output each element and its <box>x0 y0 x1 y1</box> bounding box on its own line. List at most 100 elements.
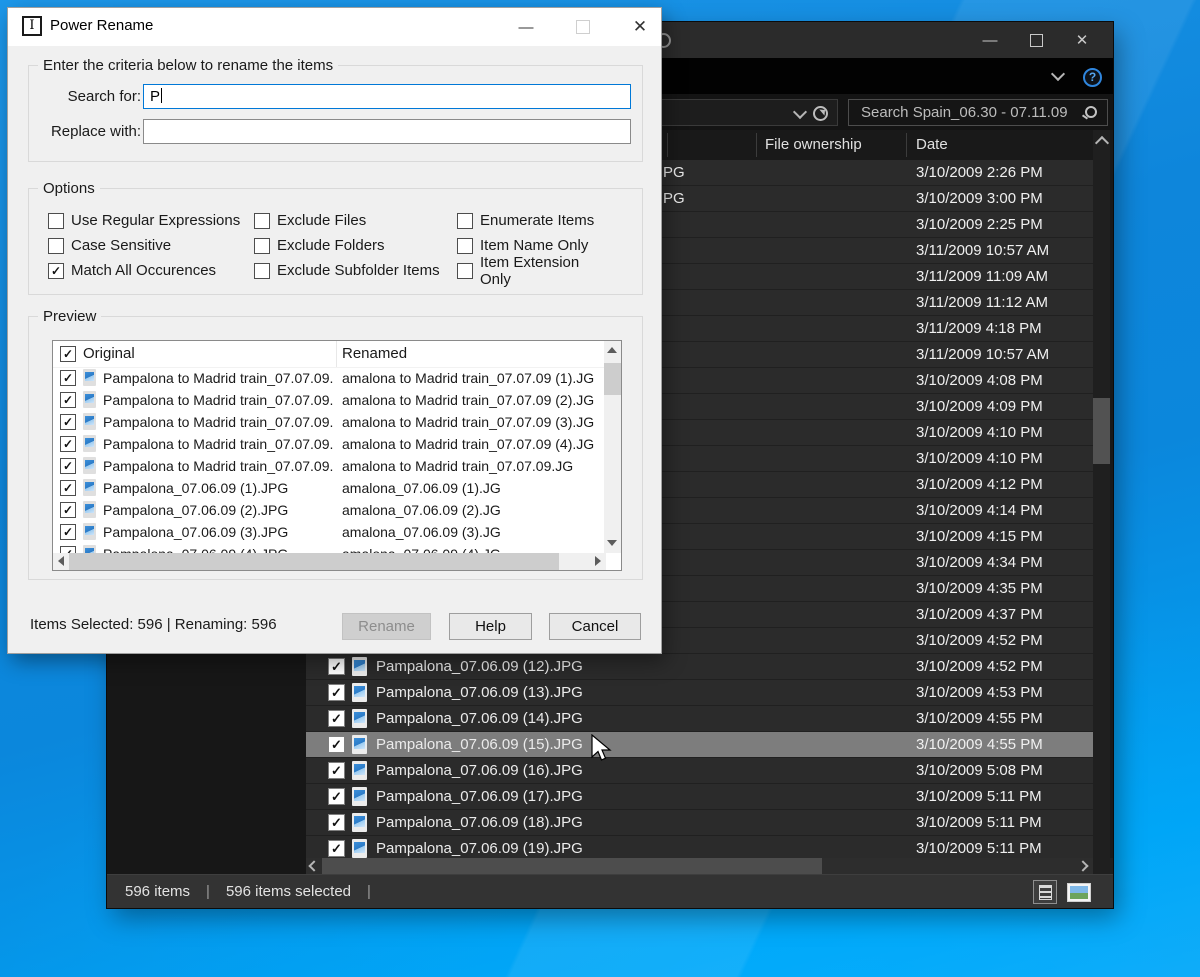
details-view-button[interactable] <box>1033 880 1057 904</box>
row-checkbox-checked[interactable] <box>60 480 76 496</box>
row-checkbox-checked[interactable] <box>60 370 76 386</box>
help-icon[interactable]: ? <box>1083 68 1102 87</box>
file-name: Pampalona_07.06.09 (12).JPG <box>376 658 583 675</box>
column-separator[interactable] <box>667 133 668 157</box>
preview-row[interactable]: Pampalona_07.06.09 (1).JPG amalona_07.06… <box>53 477 606 499</box>
option-label: Item Extension Only <box>480 253 580 288</box>
search-for-input[interactable]: P <box>143 84 631 109</box>
refresh-icon[interactable] <box>813 106 828 121</box>
row-checkbox-checked[interactable] <box>328 710 345 727</box>
file-row[interactable]: Pampalona_07.06.09 (18).JPG 3/10/2009 5:… <box>306 810 1093 836</box>
file-row[interactable]: Pampalona_07.06.09 (14).JPG 3/10/2009 4:… <box>306 706 1093 732</box>
option-checkbox[interactable] <box>457 262 473 279</box>
renamed-name: amalona to Madrid train_07.07.09 (4).JG <box>342 436 595 452</box>
scroll-left-icon[interactable] <box>58 556 64 566</box>
row-checkbox-checked[interactable] <box>60 436 76 452</box>
column-separator[interactable] <box>756 133 757 157</box>
file-row[interactable]: Pampalona_07.06.09 (16).JPG 3/10/2009 5:… <box>306 758 1093 784</box>
file-date: 3/10/2009 5:11 PM <box>916 814 1042 831</box>
scroll-right-icon[interactable] <box>1077 860 1089 872</box>
option-checkbox[interactable] <box>48 212 64 229</box>
row-checkbox-checked[interactable] <box>60 392 76 408</box>
scroll-down-icon[interactable] <box>607 540 617 546</box>
original-name: Pampalona to Madrid train_07.07.09... <box>103 436 333 452</box>
search-icon[interactable] <box>1085 106 1097 118</box>
row-checkbox-checked[interactable] <box>60 458 76 474</box>
file-row[interactable]: Pampalona_07.06.09 (17).JPG 3/10/2009 5:… <box>306 784 1093 810</box>
option-checkbox[interactable] <box>48 262 64 279</box>
column-separator[interactable] <box>906 133 907 157</box>
preview-row[interactable]: Pampalona to Madrid train_07.07.09... am… <box>53 411 606 433</box>
preview-row[interactable]: Pampalona to Madrid train_07.07.09... am… <box>53 367 606 389</box>
original-name: Pampalona_07.06.09 (3).JPG <box>103 524 289 540</box>
preview-row[interactable]: Pampalona to Madrid train_07.07.09... am… <box>53 389 606 411</box>
option-row: Enumerate Items <box>457 212 613 229</box>
thumbnail-view-button[interactable] <box>1067 883 1091 902</box>
scrollbar-corner <box>1093 858 1113 874</box>
column-header-date[interactable]: Date <box>916 136 948 153</box>
row-checkbox-checked[interactable] <box>328 684 345 701</box>
preview-vertical-scrollbar[interactable] <box>604 341 621 553</box>
scroll-up-icon[interactable] <box>1094 135 1110 151</box>
help-button[interactable]: Help <box>449 613 532 640</box>
explorer-close-button[interactable]: ✕ <box>1059 22 1105 58</box>
file-row[interactable]: Pampalona_07.06.09 (19).JPG 3/10/2009 5:… <box>306 836 1093 858</box>
vertical-scroll-thumb[interactable] <box>1093 398 1110 464</box>
row-checkbox-checked[interactable] <box>328 736 345 753</box>
vertical-scroll-thumb[interactable] <box>604 363 621 395</box>
maximize-icon <box>1029 33 1043 47</box>
photo-file-icon <box>352 683 367 702</box>
ribbon-expand-chevron-icon[interactable] <box>1050 66 1066 82</box>
option-checkbox[interactable] <box>457 212 473 229</box>
preview-row[interactable]: Pampalona to Madrid train_07.07.09... am… <box>53 455 606 477</box>
option-checkbox[interactable] <box>254 262 270 279</box>
criteria-group-label: Enter the criteria below to rename the i… <box>38 57 339 74</box>
option-checkbox[interactable] <box>254 237 270 254</box>
column-header-file-ownership[interactable]: File ownership <box>765 136 862 153</box>
cancel-button[interactable]: Cancel <box>549 613 641 640</box>
photo-file-icon <box>83 457 96 474</box>
row-checkbox-checked[interactable] <box>60 502 76 518</box>
option-checkbox[interactable] <box>457 237 473 254</box>
explorer-search-input[interactable]: Search Spain_06.30 - 07.11.09 <box>848 99 1108 126</box>
original-column-header[interactable]: Original <box>83 345 135 362</box>
row-checkbox-checked[interactable] <box>328 658 345 675</box>
row-checkbox-checked[interactable] <box>60 524 76 540</box>
file-date: 3/10/2009 2:26 PM <box>916 164 1043 181</box>
row-checkbox-checked[interactable] <box>328 840 345 857</box>
renamed-column-header[interactable]: Renamed <box>342 345 407 362</box>
horizontal-scroll-thumb[interactable] <box>322 858 822 874</box>
row-checkbox-checked[interactable] <box>328 788 345 805</box>
file-list-horizontal-scrollbar[interactable] <box>306 858 1093 874</box>
dialog-minimize-button[interactable]: — <box>511 8 541 46</box>
file-row[interactable]: Pampalona_07.06.09 (13).JPG 3/10/2009 4:… <box>306 680 1093 706</box>
preview-row[interactable]: Pampalona to Madrid train_07.07.09... am… <box>53 433 606 455</box>
replace-with-input[interactable] <box>143 119 631 144</box>
file-list-vertical-scrollbar[interactable] <box>1093 130 1110 874</box>
address-dropdown-chevron-icon[interactable] <box>792 104 808 120</box>
row-checkbox-checked[interactable] <box>328 814 345 831</box>
file-row[interactable]: Pampalona_07.06.09 (12).JPG 3/10/2009 4:… <box>306 654 1093 680</box>
row-checkbox-checked[interactable] <box>328 762 345 779</box>
dialog-maximize-button[interactable] <box>568 8 598 46</box>
dialog-close-button[interactable]: ✕ <box>625 8 655 46</box>
scroll-up-icon[interactable] <box>607 347 617 353</box>
preview-row[interactable]: Pampalona_07.06.09 (3).JPG amalona_07.06… <box>53 521 606 543</box>
option-checkbox[interactable] <box>254 212 270 229</box>
select-all-checkbox[interactable] <box>60 346 76 362</box>
explorer-minimize-button[interactable]: — <box>967 22 1013 58</box>
scroll-right-icon[interactable] <box>595 556 601 566</box>
row-checkbox-checked[interactable] <box>60 414 76 430</box>
replace-with-label: Replace with: <box>50 123 141 140</box>
file-name: Pampalona_07.06.09 (15).JPG <box>376 736 583 753</box>
scroll-left-icon[interactable] <box>308 860 320 872</box>
dialog-titlebar[interactable]: I Power Rename — ✕ <box>8 8 661 46</box>
option-checkbox[interactable] <box>48 237 64 254</box>
preview-row[interactable]: Pampalona_07.06.09 (2).JPG amalona_07.06… <box>53 499 606 521</box>
horizontal-scroll-thumb[interactable] <box>69 553 559 570</box>
file-row[interactable]: Pampalona_07.06.09 (15).JPG 3/10/2009 4:… <box>306 732 1093 758</box>
preview-horizontal-scrollbar[interactable] <box>53 553 606 570</box>
rename-button-disabled[interactable]: Rename <box>342 613 431 640</box>
explorer-maximize-button[interactable] <box>1013 22 1059 58</box>
file-name: Pampalona_07.06.09 (19).JPG <box>376 840 583 857</box>
